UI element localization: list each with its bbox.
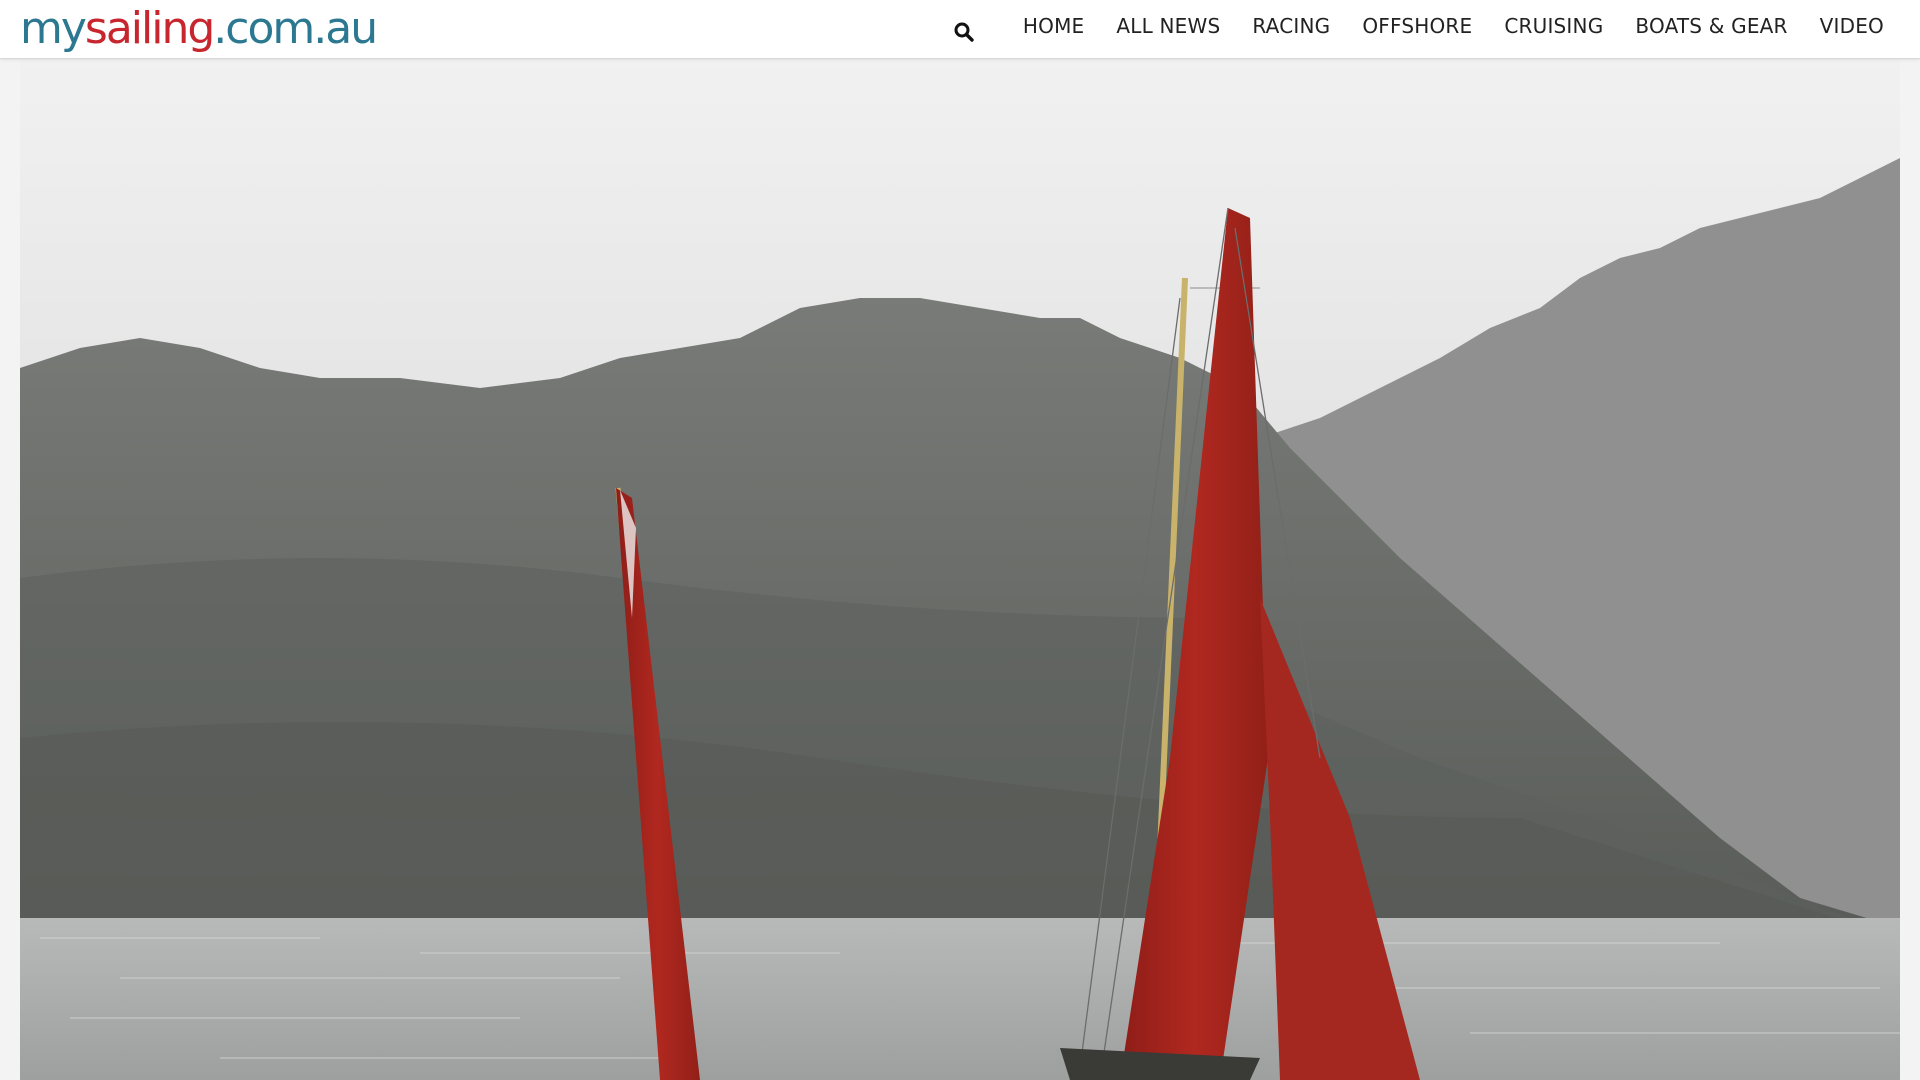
page-gutter-right <box>1900 58 1920 1080</box>
logo-sailing: sailing <box>84 3 215 54</box>
logo-domain: .com.au <box>213 3 378 54</box>
nav-all-news[interactable]: ALL NEWS <box>1116 14 1220 38</box>
nav-boats-gear[interactable]: BOATS & GEAR <box>1635 14 1787 38</box>
site-header: mysailing.com.au HOME ALL NEWS RACING OF… <box>0 0 1920 59</box>
logo-my: my <box>20 3 87 54</box>
nav-cruising[interactable]: CRUISING <box>1504 14 1603 38</box>
search-icon[interactable] <box>953 21 975 43</box>
nav-video[interactable]: VIDEO <box>1820 14 1884 38</box>
site-logo[interactable]: mysailing.com.au <box>20 2 378 56</box>
hero-image <box>20 58 1900 1080</box>
page-gutter-left <box>0 58 20 1080</box>
nav-offshore[interactable]: OFFSHORE <box>1362 14 1472 38</box>
main-nav: HOME ALL NEWS RACING OFFSHORE CRUISING B… <box>1023 0 1884 52</box>
nav-home[interactable]: HOME <box>1023 14 1084 38</box>
nav-racing[interactable]: RACING <box>1252 14 1330 38</box>
sailboat-photo <box>20 58 1900 1080</box>
